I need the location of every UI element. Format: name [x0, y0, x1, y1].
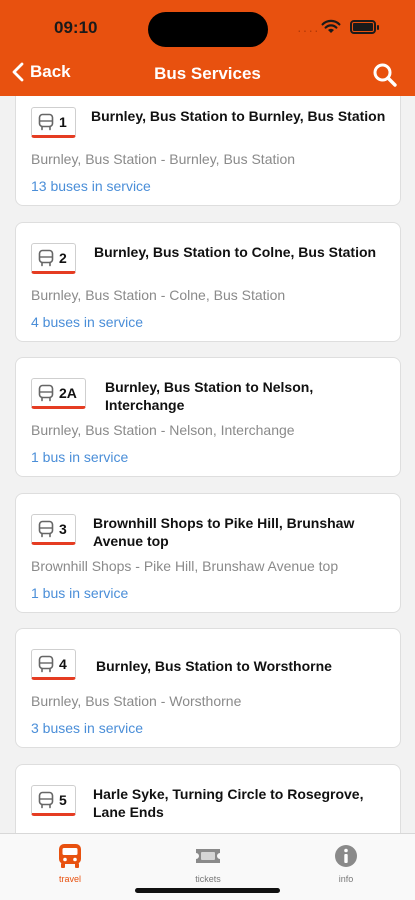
route-name: Harle Syke, Turning Circle to Rosegrove,…	[93, 786, 364, 820]
route-badge: 5	[31, 785, 76, 816]
dynamic-island	[148, 12, 268, 47]
info-icon	[335, 845, 357, 867]
back-label: Back	[30, 62, 71, 81]
ticket-icon	[196, 849, 220, 863]
buses-in-service: 3 buses in service	[31, 720, 144, 736]
route-name: Burnley, Bus Station to Colne, Bus Stati…	[94, 244, 377, 260]
service-card[interactable]: 3 Brownhill Shops to Pike Hill, Brunshaw…	[15, 493, 401, 613]
route-number: 3	[59, 520, 67, 537]
nav-bar: Bus Services Back	[0, 54, 415, 96]
bus-icon	[38, 384, 54, 401]
route-name: Burnley, Bus Station to Nelson, Intercha…	[105, 379, 314, 413]
route-name: Brownhill Shops to Pike Hill, Brunshaw A…	[93, 515, 355, 549]
tab-tickets[interactable]: tickets	[163, 842, 253, 884]
cellular-icon: ····	[297, 22, 320, 38]
bus-icon	[38, 249, 54, 266]
chevron-left-icon	[12, 62, 24, 82]
buses-in-service: 4 buses in service	[31, 314, 144, 330]
service-list: 1 Burnley, Bus Station to Burnley, Bus S…	[0, 96, 415, 833]
route-badge: 1	[31, 107, 76, 138]
buses-in-service: 1 bus in service	[31, 585, 129, 601]
bus-icon	[38, 520, 54, 537]
tab-info-label: info	[338, 874, 354, 884]
route-stops: Brownhill Shops - Pike Hill, Brunshaw Av…	[31, 558, 339, 574]
route-name: Burnley, Bus Station to Burnley, Bus Sta…	[91, 108, 386, 124]
status-time: 09:10	[54, 18, 98, 37]
buses-in-service: 13 buses in service	[31, 178, 151, 194]
tab-tickets-label: tickets	[195, 874, 221, 884]
route-number: 1	[59, 113, 67, 130]
route-number: 2A	[59, 384, 77, 401]
service-card[interactable]: 5 Harle Syke, Turning Circle to Rosegrov…	[15, 764, 401, 833]
tab-info[interactable]: info	[301, 842, 391, 884]
search-icon[interactable]	[372, 62, 398, 88]
route-badge: 3	[31, 514, 76, 545]
battery-icon	[350, 20, 379, 34]
route-stops: Burnley, Bus Station - Worsthorne	[31, 693, 242, 709]
bus-icon	[38, 113, 54, 130]
bus-icon	[38, 655, 54, 672]
service-card[interactable]: 4 Burnley, Bus Station to Worsthorne Bur…	[15, 628, 401, 748]
route-number: 2	[59, 249, 67, 266]
route-number: 4	[59, 655, 67, 672]
route-stops: Burnley, Bus Station - Burnley, Bus Stat…	[31, 151, 296, 167]
header-bar: 09:10 ···· Bus Services Back	[0, 0, 415, 96]
route-badge: 2A	[31, 378, 86, 409]
route-badge: 4	[31, 649, 76, 680]
buses-in-service: 1 bus in service	[31, 449, 129, 465]
status-bar: 09:10 ····	[0, 0, 415, 54]
tab-travel[interactable]: travel	[25, 842, 115, 884]
route-name: Burnley, Bus Station to Worsthorne	[96, 658, 332, 674]
bus-icon	[59, 844, 81, 868]
service-card[interactable]: 2A Burnley, Bus Station to Nelson, Inter…	[15, 357, 401, 477]
service-card[interactable]: 2 Burnley, Bus Station to Colne, Bus Sta…	[15, 222, 401, 342]
wifi-icon	[321, 19, 341, 33]
route-badge: 2	[31, 243, 76, 274]
service-card[interactable]: 1 Burnley, Bus Station to Burnley, Bus S…	[15, 96, 401, 206]
tab-travel-label: travel	[58, 874, 81, 884]
bus-icon	[38, 791, 54, 808]
route-stops: Burnley, Bus Station - Nelson, Interchan…	[31, 422, 295, 438]
home-indicator	[135, 888, 280, 893]
route-stops: Burnley, Bus Station - Colne, Bus Statio…	[31, 287, 286, 303]
back-button[interactable]: Back	[12, 62, 71, 82]
route-number: 5	[59, 791, 67, 808]
